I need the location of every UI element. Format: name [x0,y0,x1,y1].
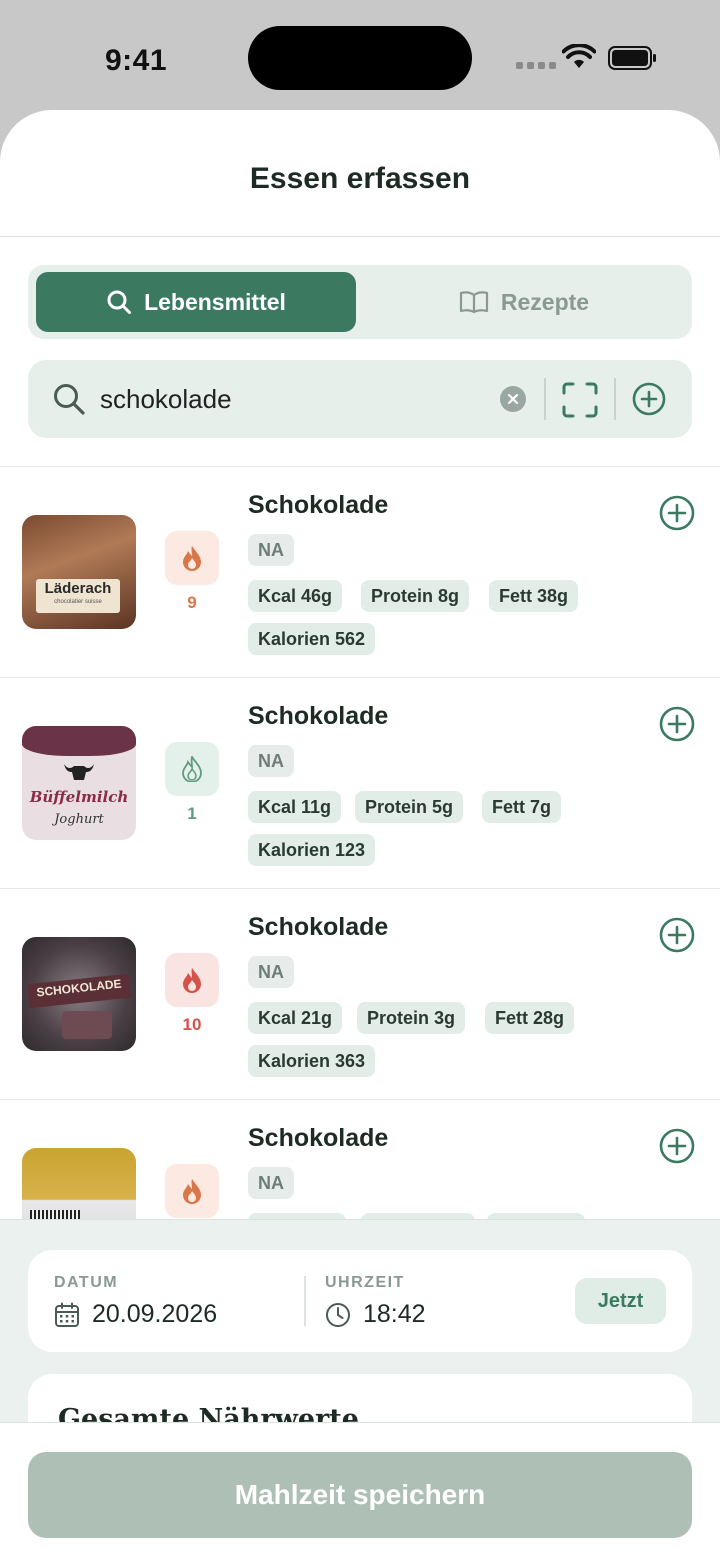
food-thumbnail [22,1148,136,1219]
thumb-subtext: chocolatier suisse [54,599,102,605]
barcode-scan-button[interactable] [562,382,598,418]
calendar-icon [55,1302,79,1327]
add-food-button[interactable] [659,706,695,742]
thumb-subtext: Joghurt [54,812,104,827]
add-food-button[interactable] [659,495,695,531]
add-food-button[interactable] [659,1128,695,1164]
food-search-bar [28,360,692,438]
nutrient-tag: Kalorien 123 [248,834,376,866]
flame-icon [183,1179,201,1204]
food-name: Schokolade [248,491,389,519]
score-value: 10 [182,1015,202,1034]
time-field[interactable]: 18:42 [325,1300,426,1329]
source-badge: NA [248,745,294,777]
nutrient-tag: Protein 5g [355,791,464,823]
food-thumbnail: Büffelmilch Joghurt [22,726,136,840]
score-badge [165,1164,219,1218]
list-item[interactable]: SCHOKOLADE 10 Schokolade NA Kcal 21g Pro… [0,889,720,1100]
source-badge: NA [248,534,294,566]
buffalo-logo-icon [64,764,94,780]
tab-lebensmittel[interactable]: Lebensmittel [36,272,356,332]
list-item[interactable]: Büffelmilch Joghurt 1 Schokolade NA Kcal… [0,678,720,889]
tab-rezepte[interactable]: Rezepte [364,272,684,332]
food-name: Schokolade [248,1124,389,1152]
tab-lebensmittel-label: Lebensmittel [144,288,286,315]
tab-rezepte-label: Rezepte [500,288,590,315]
search-icon [54,384,85,415]
search-icon [107,290,132,314]
flame-icon [182,756,202,782]
nutrient-tag: Fett 38g [489,580,579,612]
nutrient-tag: Kalorien 363 [248,1045,376,1077]
save-bar: Mahlzeit speichern [0,1422,720,1565]
clock-icon [326,1302,350,1327]
search-results-list[interactable]: Läderach chocolatier suisse 9 Schokolade… [0,467,720,1219]
datetime-card: DATUM 20.09.2026 UHRZEIT 18:42 Jetzt [28,1250,692,1352]
list-item[interactable]: Läderach chocolatier suisse 9 Schokolade… [0,467,720,678]
food-entry-sheet: Essen erfassen Lebensmittel Rezepte scho… [0,110,720,1565]
food-thumbnail: SCHOKOLADE [22,937,136,1051]
date-field[interactable]: 20.09.2026 [54,1300,217,1329]
nutrient-tag: Kalorien 562 [248,623,376,655]
sheet-title: Essen erfassen [249,162,471,195]
food-thumbnail: Läderach chocolatier suisse [22,515,136,629]
cellular-signal-icon [516,62,556,69]
score-value: 9 [187,593,197,612]
score-badge [165,531,219,585]
search-type-segmented-control: Lebensmittel Rezepte [28,265,692,339]
search-divider [614,378,616,420]
status-bar: 9:41 [0,0,720,110]
food-name: Schokolade [248,702,389,730]
nutrient-tag: Fett 7g [482,791,562,823]
thumb-brand: Läderach [44,580,112,597]
score-badge [165,953,219,1007]
datetime-divider [304,1276,306,1326]
nutrient-tag: Kcal 11g [248,791,342,823]
nutrient-tag: Kcal 46g [248,580,343,612]
nutrient-tag: Protein 3g [357,1002,466,1034]
status-time: 9:41 [105,44,168,77]
list-item[interactable]: Schokolade NA [0,1100,720,1219]
wifi-icon [562,44,596,68]
source-badge: NA [248,956,294,988]
source-badge: NA [248,1167,294,1199]
now-button[interactable]: Jetzt [575,1278,666,1324]
time-value: 18:42 [363,1300,426,1328]
score-value: 1 [187,804,197,823]
nutrient-tag: Protein 8g [361,580,470,612]
nutrient-tag: Fett 28g [485,1002,575,1034]
battery-icon [608,46,656,70]
flame-icon [183,968,201,993]
food-name: Schokolade [248,913,389,941]
nutrient-tag: Kcal 21g [248,1002,343,1034]
close-icon [507,393,519,405]
date-label: DATUM [54,1274,119,1291]
search-divider [544,378,546,420]
book-icon [459,291,488,314]
header-divider [0,236,720,237]
dynamic-island [248,26,472,90]
add-food-button[interactable] [659,917,695,953]
search-input[interactable] [100,360,480,438]
clear-search-button[interactable] [500,386,526,412]
thumb-brand: Büffelmilch [29,788,129,806]
flame-icon [183,546,201,571]
save-meal-button[interactable]: Mahlzeit speichern [28,1452,692,1538]
date-value: 20.09.2026 [92,1300,218,1328]
add-custom-food-button[interactable] [632,382,666,416]
score-badge [165,742,219,796]
time-label: UHRZEIT [325,1274,405,1291]
